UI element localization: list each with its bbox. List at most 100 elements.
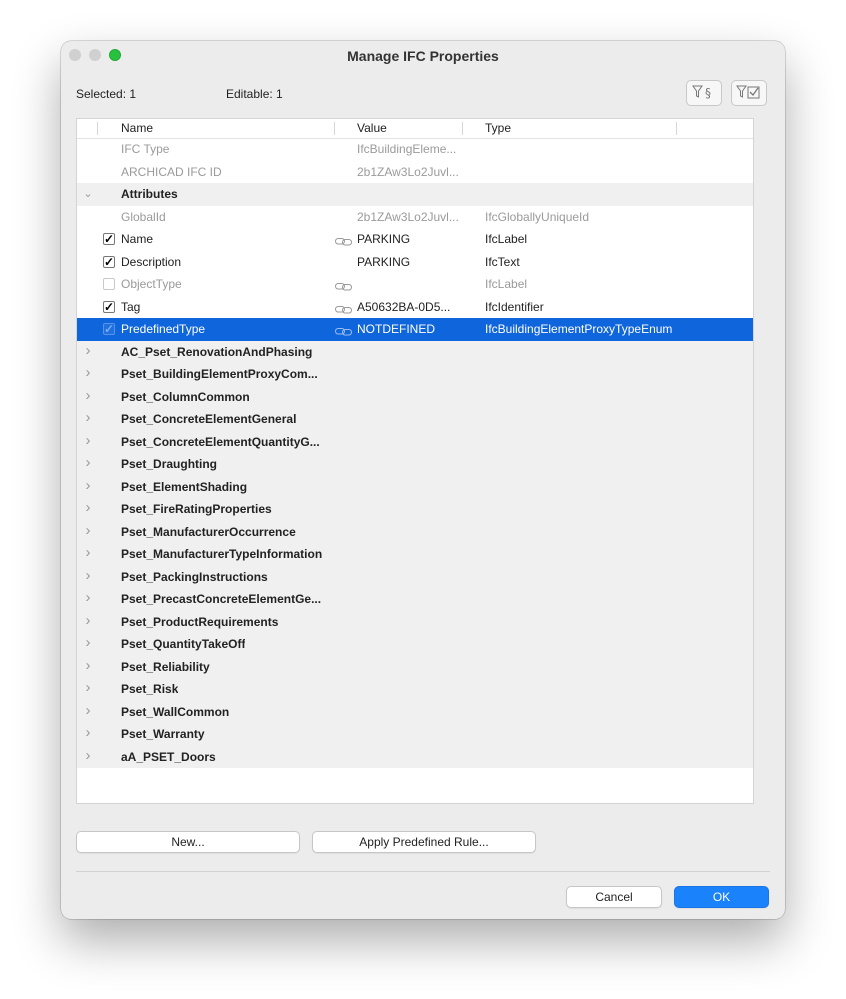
property-checkbox[interactable]: ✓ <box>103 255 115 268</box>
property-set-name: Pset_BuildingElementProxyCom... <box>121 367 318 381</box>
property-set-row[interactable]: › Pset_ProductRequirements <box>77 610 753 633</box>
property-checkbox[interactable]: ✓ <box>103 300 115 313</box>
table-header: Name Value Type <box>77 119 753 139</box>
chevron-right-icon[interactable]: › <box>83 612 93 629</box>
ok-button[interactable]: OK <box>674 886 769 908</box>
property-name: GlobalId <box>121 209 166 224</box>
property-name: Tag <box>121 299 141 314</box>
chevron-right-icon[interactable]: › <box>83 679 93 696</box>
property-set-name: Pset_QuantityTakeOff <box>121 637 246 651</box>
chevron-down-icon[interactable]: ⌄ <box>83 187 93 200</box>
property-set-name: AC_Pset_RenovationAndPhasing <box>121 344 313 359</box>
property-checkbox <box>103 278 115 290</box>
chevron-right-icon[interactable]: › <box>83 499 93 516</box>
property-set-row[interactable]: › aA_PSET_Doors <box>77 745 753 768</box>
property-set-row[interactable]: › Pset_ElementShading <box>77 475 753 498</box>
property-row[interactable]: ✓ Name PARKING IfcLabel <box>77 228 753 251</box>
property-value: A50632BA-0D5... <box>357 299 451 314</box>
column-separator[interactable] <box>334 122 335 135</box>
property-set-row[interactable]: › Pset_QuantityTakeOff <box>77 633 753 656</box>
chevron-right-icon[interactable]: › <box>83 567 93 584</box>
property-set-name: Pset_ConcreteElementGeneral <box>121 412 297 426</box>
property-name: Description <box>121 254 182 269</box>
property-type: IfcText <box>485 254 520 269</box>
apply-predefined-rule-button[interactable]: Apply Predefined Rule... <box>312 831 536 853</box>
column-separator[interactable] <box>676 122 677 135</box>
chevron-right-icon[interactable]: › <box>83 724 93 741</box>
property-row[interactable]: ✓ Description PARKING IfcText <box>77 251 753 274</box>
property-set-row[interactable]: › Pset_PackingInstructions <box>77 565 753 588</box>
property-set-name: Pset_ManufacturerOccurrence <box>121 524 296 539</box>
chevron-right-icon[interactable]: › <box>83 432 93 449</box>
property-type: IfcIdentifier <box>485 299 544 314</box>
property-set-row[interactable]: › Pset_Risk <box>77 678 753 701</box>
property-type: IfcGloballyUniqueId <box>485 209 590 224</box>
chevron-right-icon[interactable]: › <box>83 522 93 539</box>
chevron-right-icon[interactable]: › <box>83 454 93 471</box>
property-set-row[interactable]: › Pset_ColumnCommon <box>77 385 753 408</box>
column-separator[interactable] <box>462 122 463 135</box>
svg-text:§: § <box>705 86 711 100</box>
chevron-right-icon[interactable]: › <box>83 589 93 606</box>
property-checkbox[interactable]: ✓ <box>103 323 115 335</box>
property-set-row[interactable]: › Pset_ConcreteElementGeneral <box>77 408 753 431</box>
info-row[interactable]: IFC Type IfcBuildingEleme... <box>77 138 753 161</box>
chevron-right-icon[interactable]: › <box>83 634 93 651</box>
property-checkbox[interactable]: ✓ <box>103 233 115 245</box>
link-icon <box>335 303 353 313</box>
property-set-row[interactable]: › Pset_FireRatingProperties <box>77 498 753 521</box>
property-set-row[interactable]: › Pset_BuildingElementProxyCom... <box>77 363 753 386</box>
chevron-right-icon[interactable]: › <box>83 747 93 764</box>
chevron-right-icon[interactable]: › <box>83 409 93 426</box>
table-body: IFC Type IfcBuildingEleme... ARCHICAD IFC … <box>77 138 753 768</box>
filter-checked-button[interactable] <box>731 80 767 106</box>
link-icon <box>335 325 353 336</box>
chevron-right-icon[interactable]: › <box>83 342 93 359</box>
property-set-row[interactable]: ⌄ Attributes <box>77 183 753 206</box>
filter-pset-button[interactable]: § <box>686 80 722 106</box>
property-value: NOTDEFINED <box>357 322 435 336</box>
property-set-name: Pset_FireRatingProperties <box>121 502 272 516</box>
selected-count: Selected: 1 <box>76 87 137 101</box>
property-set-name: Pset_ConcreteElementQuantityG... <box>121 434 320 449</box>
property-value: IfcBuildingEleme... <box>357 142 457 156</box>
property-type: IfcLabel <box>485 277 528 291</box>
property-set-row[interactable]: › Pset_ManufacturerOccurrence <box>77 520 753 543</box>
property-set-row[interactable]: › Pset_Draughting <box>77 453 753 476</box>
chevron-right-icon[interactable]: › <box>83 544 93 561</box>
chevron-right-icon[interactable]: › <box>83 364 93 381</box>
property-row[interactable]: ✓ PredefinedType NOTDEFINED IfcBuildingElem… <box>77 318 753 341</box>
column-header-type[interactable]: Type <box>485 121 511 135</box>
link-icon <box>335 235 353 246</box>
new-button[interactable]: New... <box>76 831 300 853</box>
property-set-row[interactable]: › Pset_Reliability <box>77 655 753 678</box>
chevron-right-icon[interactable]: › <box>83 702 93 719</box>
title-bar: Manage IFC Properties <box>61 41 785 71</box>
chevron-right-icon[interactable]: › <box>83 387 93 404</box>
property-row[interactable]: ✓ Tag A50632BA-0D5... IfcIdentifier <box>77 296 753 319</box>
editable-count: Editable: 1 <box>226 87 283 101</box>
chevron-right-icon[interactable]: › <box>83 477 93 494</box>
property-type: IfcLabel <box>485 232 528 246</box>
property-row[interactable]: GlobalId 2b1ZAw3Lo2Juvl... IfcGloballyUniq… <box>77 206 753 229</box>
property-type: IfcBuildingElementProxyTypeEnum <box>485 322 673 336</box>
property-value: 2b1ZAw3Lo2Juvl... <box>357 164 459 179</box>
column-header-name[interactable]: Name <box>121 121 153 135</box>
ifc-properties-table: Name Value Type IFC Type IfcBuildingEleme… <box>76 118 754 804</box>
property-name: IFC Type <box>121 142 170 156</box>
property-set-row[interactable]: › Pset_ConcreteElementQuantityG... <box>77 430 753 453</box>
manage-ifc-properties-dialog: Manage IFC Properties Selected: 1 Editab… <box>61 41 785 919</box>
property-set-row[interactable]: › AC_Pset_RenovationAndPhasing <box>77 340 753 363</box>
property-name: Name <box>121 232 154 246</box>
cancel-button[interactable]: Cancel <box>566 886 662 908</box>
property-row[interactable]: ObjectType IfcLabel <box>77 273 753 296</box>
chevron-right-icon[interactable]: › <box>83 657 93 674</box>
column-header-value[interactable]: Value <box>357 121 387 135</box>
property-name: PredefinedType <box>121 322 206 336</box>
property-set-name: Pset_Reliability <box>121 659 210 674</box>
property-set-row[interactable]: › Pset_Warranty <box>77 723 753 746</box>
property-set-row[interactable]: › Pset_WallCommon <box>77 700 753 723</box>
info-row[interactable]: ARCHICAD IFC ID 2b1ZAw3Lo2Juvl... <box>77 161 753 184</box>
property-set-row[interactable]: › Pset_ManufacturerTypeInformation <box>77 543 753 566</box>
property-set-row[interactable]: › Pset_PrecastConcreteElementGe... <box>77 588 753 611</box>
